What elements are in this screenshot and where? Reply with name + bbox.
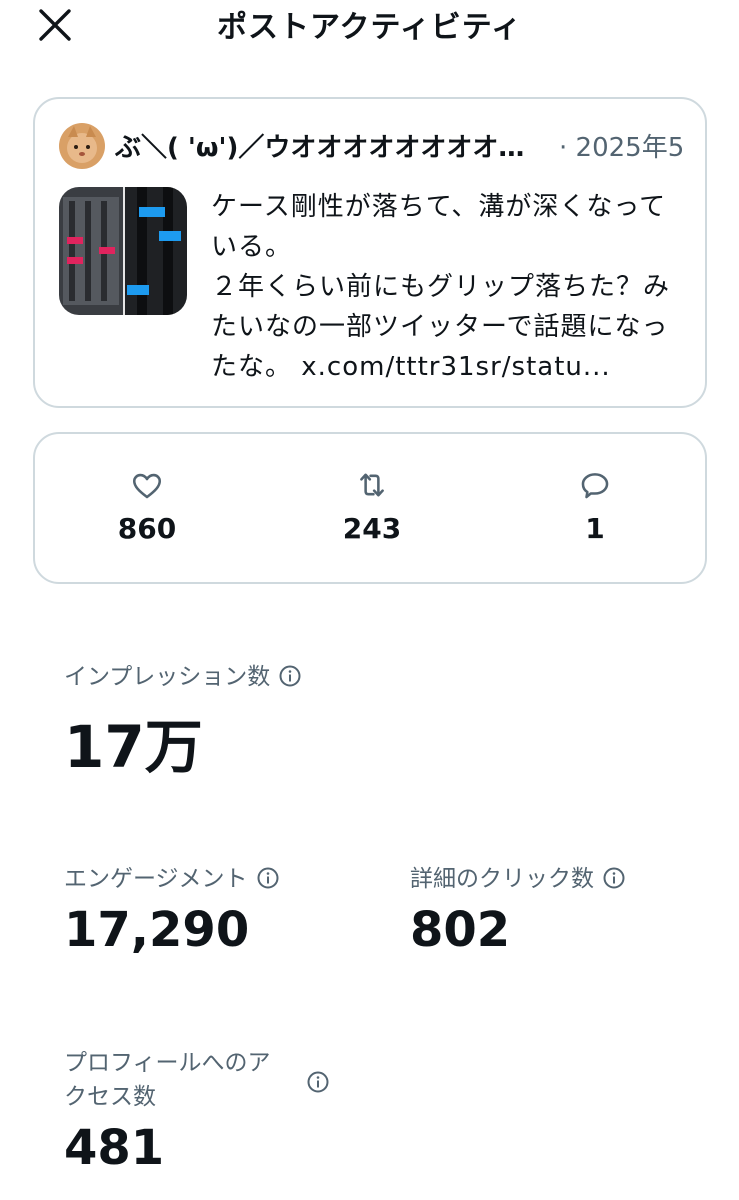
repost-icon: [360, 473, 384, 497]
engagement-summary-card: 860 243 1: [33, 432, 707, 584]
replies-stat[interactable]: 1: [535, 468, 655, 545]
impressions-label: インプレッション数: [64, 664, 271, 690]
info-icon[interactable]: [256, 866, 280, 890]
engagement-value: 17,290: [64, 902, 250, 958]
post-date: · 2025年5月: [559, 133, 685, 163]
info-icon[interactable]: [278, 664, 302, 688]
heart-icon: [132, 473, 162, 499]
reposts-count: 243: [342, 512, 402, 545]
likes-stat[interactable]: 860: [87, 468, 207, 545]
engagement-label: エンゲージメント: [64, 866, 248, 892]
author-name[interactable]: ぶ＼( 'ω')／ウオオオオオオオオオオオ: [115, 127, 535, 164]
impressions-value: 17万: [64, 713, 203, 781]
info-icon[interactable]: [602, 866, 626, 890]
header: ポストアクティビティ: [0, 0, 739, 48]
detail-clicks-label: 詳細のクリック数: [410, 866, 594, 892]
detail-clicks-metric: 詳細のクリック数 802: [410, 862, 626, 958]
engagement-metric: エンゲージメント 17,290: [64, 862, 280, 958]
post-card[interactable]: ぶ＼( 'ω')／ウオオオオオオオオオオオ · 2025年5月 ケース剛性が落ち…: [33, 97, 707, 408]
profile-visits-value: 481: [64, 1120, 165, 1176]
reposts-stat[interactable]: 243: [312, 468, 432, 545]
post-thumbnail[interactable]: [59, 187, 187, 315]
author-row: ぶ＼( 'ω')／ウオオオオオオオオオオオ · 2025年5月: [59, 121, 691, 171]
avatar[interactable]: [59, 123, 105, 169]
reply-icon: [581, 473, 609, 499]
detail-clicks-value: 802: [410, 902, 511, 958]
replies-count: 1: [585, 512, 605, 545]
likes-count: 860: [117, 512, 177, 545]
profile-visits-metric: プロフィールへのア クセス数 481: [64, 1046, 344, 1176]
profile-visits-label: プロフィールへのア クセス数: [64, 1050, 271, 1110]
page-title: ポストアクティビティ: [217, 10, 522, 45]
post-text[interactable]: ケース剛性が落ちて、溝が深くなっている。 ２年くらい前にもグリップ落ちた？みたい…: [211, 187, 693, 387]
impressions-metric: インプレッション数 17万: [64, 660, 302, 784]
info-icon[interactable]: [306, 1070, 330, 1094]
